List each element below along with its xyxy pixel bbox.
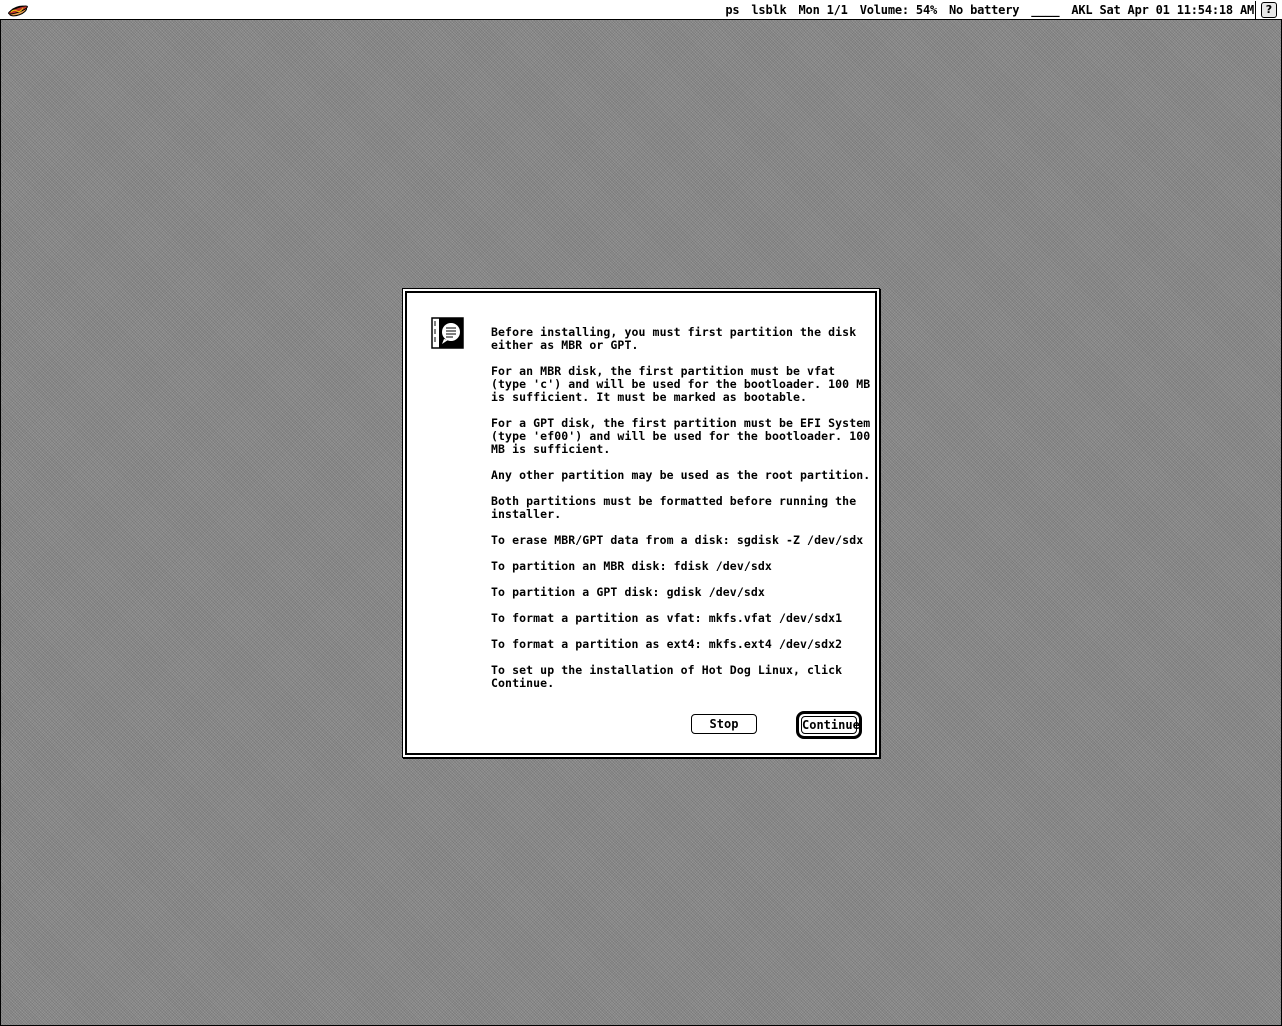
message-paragraph: Both partitions must be formatted before…: [491, 494, 864, 521]
clock: AKL Sat Apr 01 11:54:18 AM: [1071, 3, 1254, 17]
message-paragraph: To set up the installation of Hot Dog Li…: [491, 663, 850, 690]
message-paragraph: Before installing, you must first partit…: [491, 325, 864, 352]
message-paragraph: For an MBR disk, the first partition mus…: [491, 364, 878, 404]
dialog-content-frame: Before installing, you must first partit…: [405, 291, 877, 755]
menu-bar: ps lsblk Mon 1/1 Volume: 54% No battery …: [0, 0, 1282, 20]
message-paragraph: To partition an MBR disk: fdisk /dev/sdx: [491, 559, 772, 573]
dialog-message: Before installing, you must first partit…: [491, 326, 871, 703]
default-button-ring: Continue: [796, 711, 862, 739]
message-paragraph: To format a partition as vfat: mkfs.vfat…: [491, 611, 843, 625]
message-paragraph: To format a partition as ext4: mkfs.ext4…: [491, 637, 843, 651]
volume-status[interactable]: Volume: 54%: [860, 3, 937, 17]
message-paragraph: For a GPT disk, the first partition must…: [491, 416, 878, 456]
continue-button[interactable]: Continue: [801, 716, 860, 734]
workspace-date: Mon 1/1: [798, 3, 848, 17]
message-paragraph: To partition a GPT disk: gdisk /dev/sdx: [491, 585, 765, 599]
hotdog-menu-icon[interactable]: [7, 2, 31, 18]
installer-document-icon: [431, 317, 465, 351]
menu-divider: [1255, 1, 1256, 19]
message-paragraph: To erase MBR/GPT data from a disk: sgdis…: [491, 533, 864, 547]
placeholder-status: ____: [1031, 3, 1060, 17]
menu-item-lsblk[interactable]: lsblk: [751, 3, 786, 17]
message-paragraph: Any other partition may be used as the r…: [491, 468, 871, 482]
hotdog-icon: [8, 5, 28, 17]
menu-item-ps[interactable]: ps: [725, 3, 739, 17]
battery-status: No battery: [949, 3, 1020, 17]
menu-bar-status: ps lsblk Mon 1/1 Volume: 54% No battery …: [713, 0, 1254, 20]
stop-button[interactable]: Stop: [691, 714, 757, 734]
installer-dialog: Before installing, you must first partit…: [402, 288, 880, 758]
help-icon[interactable]: ?: [1261, 2, 1277, 18]
